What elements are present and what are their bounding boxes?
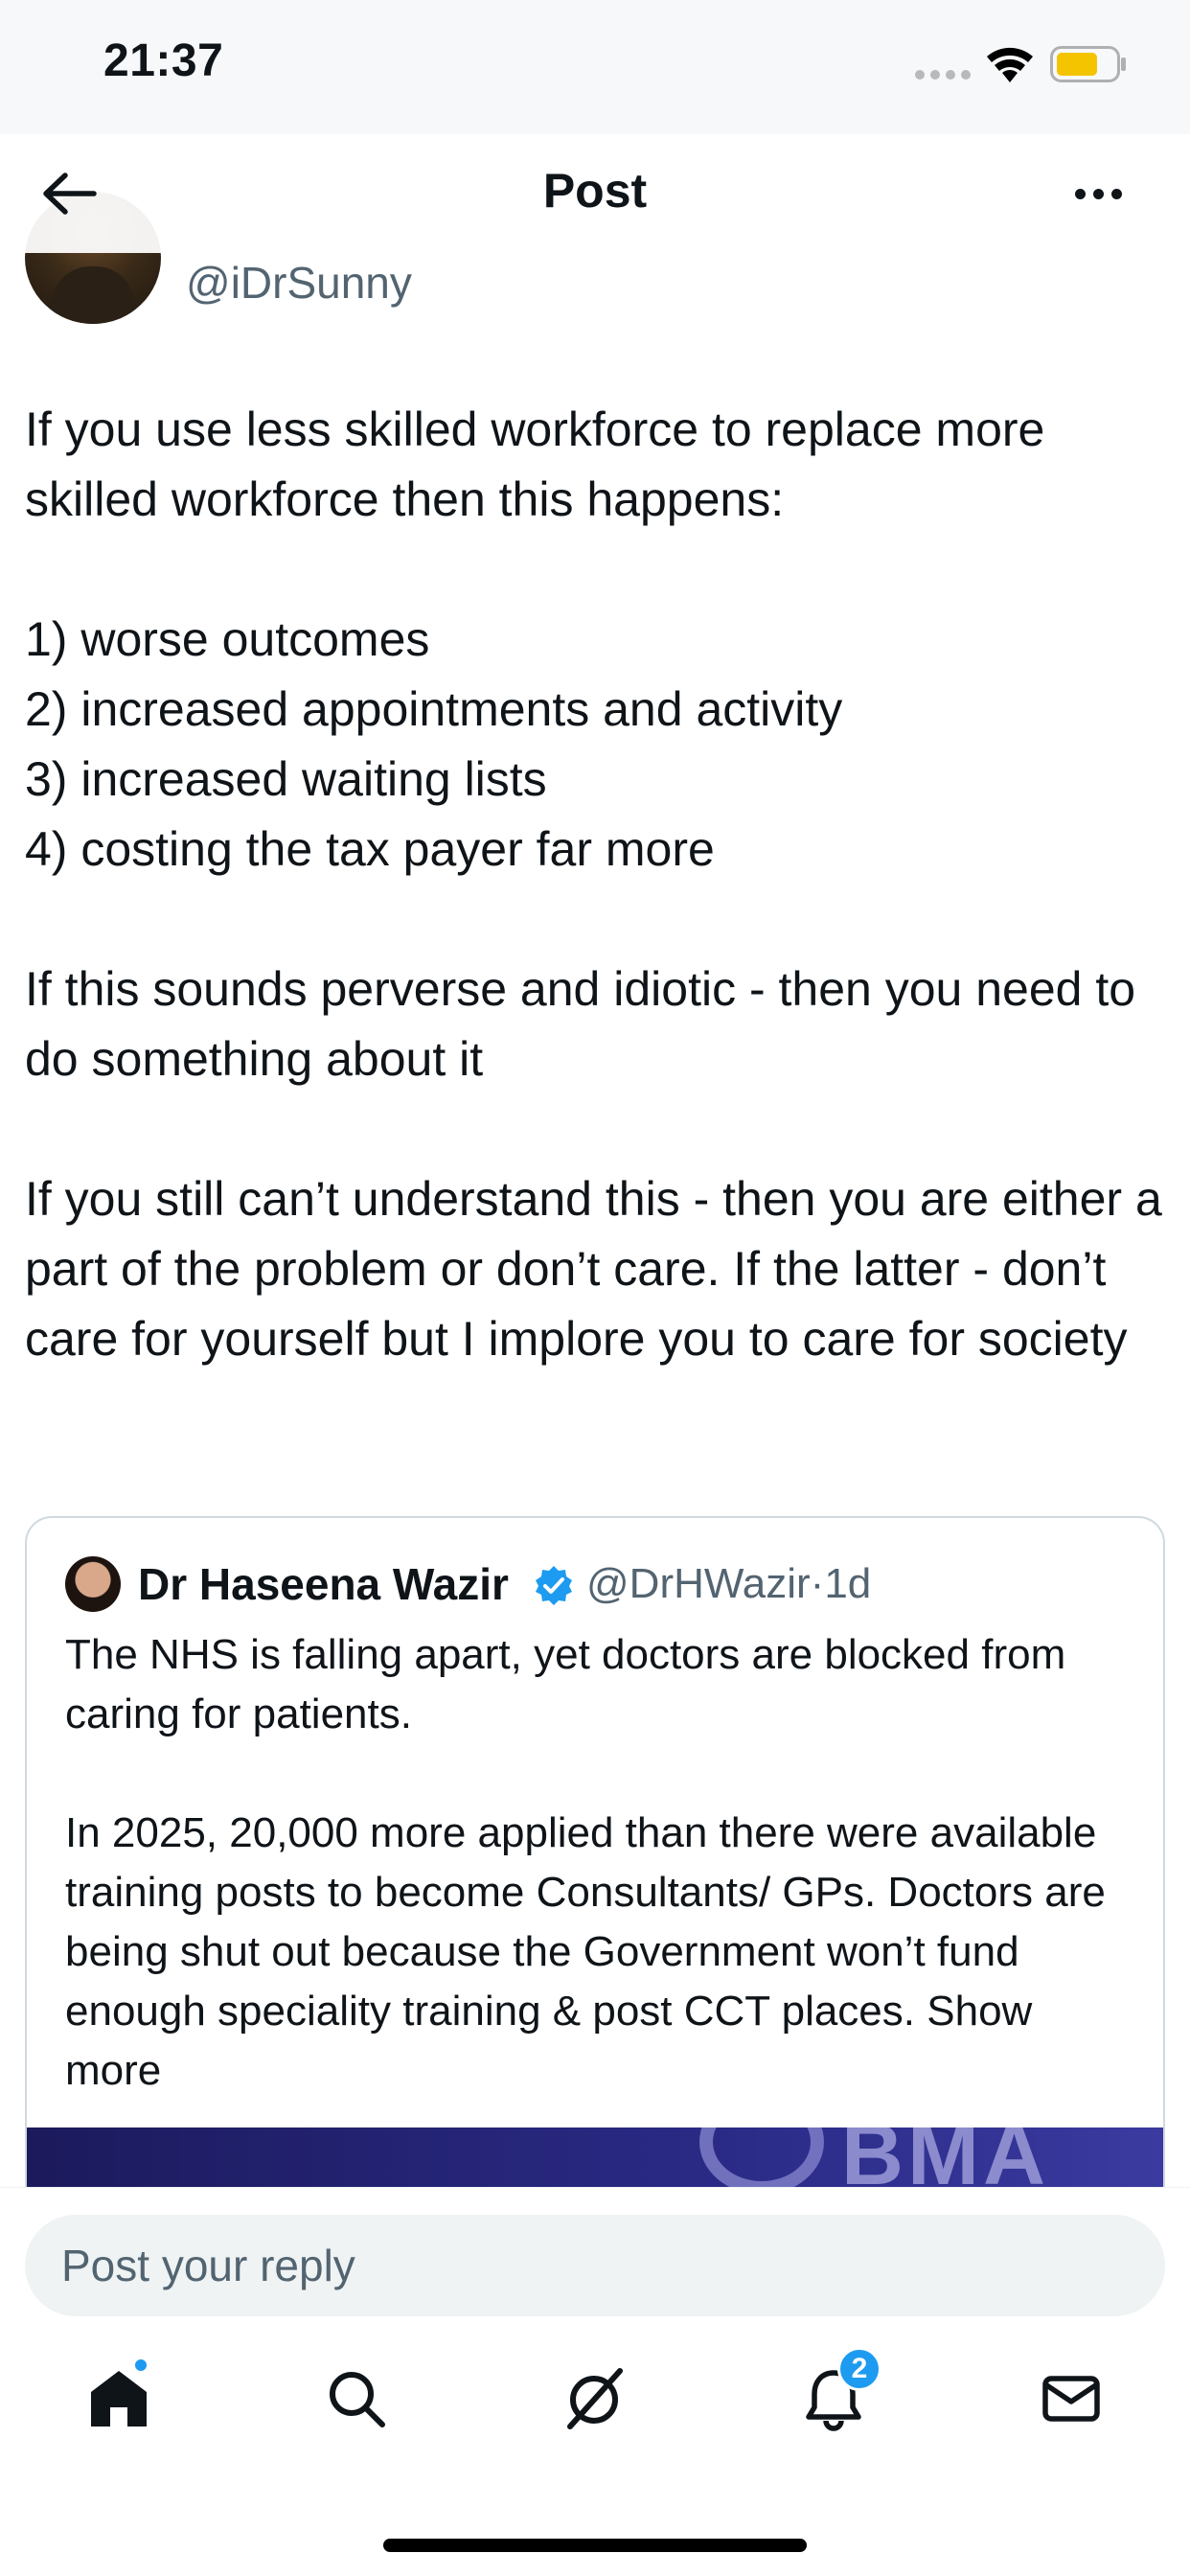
battery-icon <box>1050 46 1126 82</box>
tweet-line: If you still can’t understand this - the… <box>25 1172 1162 1366</box>
verified-badge-icon <box>536 1566 572 1605</box>
page-title: Post <box>542 164 648 218</box>
messages-icon <box>1042 2376 1100 2422</box>
tab-notifications[interactable]: 2 <box>786 2347 881 2447</box>
quote-paragraph: The NHS is falling apart, yet doctors ar… <box>65 1631 1066 1737</box>
search-icon <box>330 2372 385 2427</box>
tab-bar: 2 <box>0 2347 1190 2485</box>
quote-author-meta: @DrHWazir·1d <box>586 1560 872 1607</box>
author-handle[interactable]: @iDrSunny <box>186 257 412 309</box>
home-indicator[interactable] <box>383 2539 807 2552</box>
tweet-line: 4) costing the tax payer far more <box>25 822 715 876</box>
quoted-post[interactable]: Dr Haseena Wazir @DrHWazir·1d The NHS is… <box>25 1516 1165 2206</box>
reply-input[interactable] <box>25 2215 1165 2316</box>
home-unread-dot <box>132 2357 149 2374</box>
status-bar: 21:37 <box>0 0 1190 134</box>
bottom-panel: 2 <box>0 2187 1190 2576</box>
tweet-text: If you use less skilled workforce to rep… <box>25 395 1171 1374</box>
quote-avatar[interactable] <box>65 1556 121 1612</box>
tab-grok[interactable] <box>546 2351 642 2447</box>
tweet-line: If you use less skilled workforce to rep… <box>25 402 1045 526</box>
status-time: 21:37 <box>103 35 224 86</box>
tweet-line: 2) increased appointments and activity <box>25 682 843 736</box>
bma-logo-icon <box>699 2128 824 2195</box>
quote-time: 1d <box>824 1560 872 1607</box>
tweet-line: 1) worse outcomes <box>25 612 430 666</box>
post-header: Post <box>0 134 1190 253</box>
signal-dots-icon <box>915 70 971 80</box>
tweet-line: 3) increased waiting lists <box>25 752 547 806</box>
tweet-line: If this sounds perverse and idiotic - th… <box>25 962 1136 1086</box>
quote-text: The NHS is falling apart, yet doctors ar… <box>65 1625 1138 2101</box>
quote-author-name: Dr Haseena Wazir <box>138 1559 509 1609</box>
grok-icon <box>567 2368 623 2429</box>
tab-search[interactable] <box>309 2351 404 2447</box>
wifi-icon <box>987 47 1033 82</box>
notification-count-badge: 2 <box>837 2347 881 2391</box>
more-horizontal-icon <box>1074 188 1086 199</box>
more-button[interactable] <box>1060 159 1136 228</box>
tab-home[interactable] <box>71 2351 167 2447</box>
tab-messages[interactable] <box>1023 2351 1119 2447</box>
home-icon <box>91 2371 147 2426</box>
quote-paragraph: In 2025, 20,000 more applied than there … <box>65 1809 1106 2094</box>
quote-author-handle: @DrHWazir <box>586 1560 811 1607</box>
